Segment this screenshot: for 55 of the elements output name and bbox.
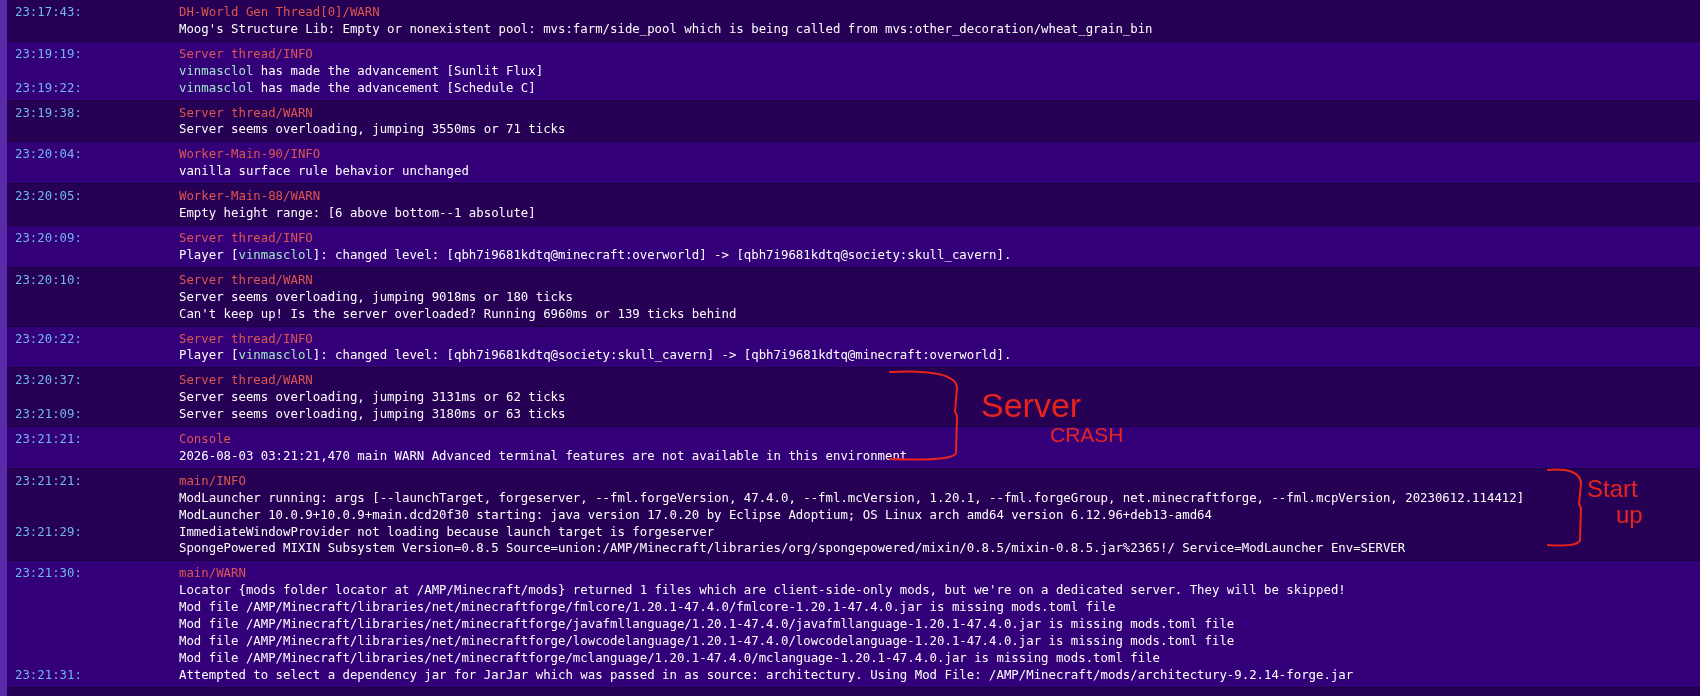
log-message: Server seems overloading, jumping 3131ms or 62 ticks (179, 389, 566, 407)
log-source: Worker-Main-88/WARN (179, 188, 321, 206)
log-message: Server seems overloading, jumping 3180ms or 63 ticks (179, 406, 566, 424)
log-source: Server thread/INFO (179, 45, 313, 63)
timestamp: 23:20:10: (15, 271, 82, 289)
timestamp: 23:21:21: (15, 431, 82, 448)
log-message: Attempted to select a dependency jar for JarJar which was passed in as source: architectury. Using Mod File: /AMP/Minecraft/mods/architectury-9.2.14-forge.jar (179, 666, 1354, 684)
log-message: vinmasclol has made the advancement [Schedule C] (179, 79, 536, 97)
timestamp: 23:21:30: (15, 565, 82, 583)
timestamp: 23:20:37: (15, 372, 82, 390)
log-source: main/WARN (179, 565, 246, 583)
log-message: Locator {mods folder locator at /AMP/Minecraft/mods} returned 1 files which are client-side-only mods, but we're on a dedicated server. They will be skipped! (179, 582, 1346, 600)
timestamp: 23:21:21: (15, 472, 82, 490)
timestamp: 23:19:38: (15, 104, 82, 122)
log-source: Console (179, 431, 232, 448)
log-source: Server thread/WARN (179, 372, 313, 390)
timestamp: 23:20:09: (15, 229, 82, 247)
log-source: Server thread/WARN (179, 104, 313, 122)
log-message: Mod file /AMP/Minecraft/libraries/net/minecraftforge/mclanguage/1.20.1-47.4.0/mclanguage-1.20.1-47.4.0.jar is missing mods.toml file (179, 649, 1160, 667)
log-source: Server thread/INFO (179, 229, 313, 247)
log-source: main/INFO (179, 472, 246, 490)
log-message: ModLauncher running: args [--launchTarget, forgeserver, --fml.forgeVersion, 47.4.0, --fml.mcVersion, 1.20.1, --fml.forgeGroup, net.minecraftforge, --fml.mcpVersion, 20230612.114412] (179, 489, 1525, 507)
handwritten-note: CRASH (1050, 424, 1124, 445)
log-message: Server seems overloading, jumping 3550ms or 71 ticks (179, 121, 566, 139)
timestamp: 23:21:31: (15, 666, 82, 684)
log-message: Mod file /AMP/Minecraft/libraries/net/minecraftforge/lowcodelanguage/1.20.1-47.4.0/lowcodelanguage-1.20.1-47.4.0.jar is missing mods.toml file (179, 633, 1235, 650)
timestamp: 23:17:43: (15, 4, 82, 21)
log-message: vanilla surface rule behavior unchanged (179, 163, 469, 181)
log-source: Server thread/WARN (179, 271, 313, 289)
log-message: Mod file /AMP/Minecraft/libraries/net/minecraftforge/javafmllanguage/1.20.1-47.4.0/javafmllanguage-1.20.1-47.4.0.jar is missing mods.toml file (179, 616, 1235, 633)
log-source: Worker-Main-90/INFO (179, 146, 321, 164)
log-message: SpongePowered MIXIN Subsystem Version=0.8.5 Source=union:/AMP/Minecraft/libraries/org/spongepowered/mixin/0.8.5/mixin-0.8.5.jar%2365!/ Service=ModLauncher Env=SERVER (179, 540, 1406, 558)
log-message: Player [vinmasclol]: changed level: [qbh7i9681kdtq@society:skull_cavern] -> [qbh7i9681kdtq@minecraft:overworld]. (179, 347, 1012, 365)
log-message: 2026-08-03 03:21:21,470 main WARN Advanced terminal features are not available in this environment (179, 447, 908, 465)
log-message: Empty height range: [6 above bottom--1 absolute] (179, 205, 536, 222)
handwritten-note: Server (981, 388, 1082, 422)
log-message: ImmediateWindowProvider not loading because launch target is forgeserver (179, 523, 715, 541)
timestamp: 23:21:29: (15, 523, 82, 541)
log-message: ModLauncher 10.0.9+10.0.9+main.dcd20f30 starting: java version 17.0.20 by Eclipse Adoptium; OS Linux arch amd64 version 6.12.96+deb13-amd64 (179, 506, 1212, 524)
timestamp: 23:20:04: (15, 146, 82, 164)
timestamp: 23:20:22: (15, 330, 82, 348)
log-source: DH-World Gen Thread[0]/WARN (179, 4, 380, 21)
log-message: Mod file /AMP/Minecraft/libraries/net/minecraftforge/fmlcore/1.20.1-47.4.0/fmlcore-1.20.1-47.4.0.jar is missing mods.toml file (179, 599, 1116, 617)
log-message: Moog's Structure Lib: Empty or nonexistent pool: mvs:farm/side_pool which is being called from mvs:other_decoration/wheat_grain_bin (179, 20, 1153, 38)
handwritten-note: up (1616, 503, 1643, 527)
log-message: Can't keep up! Is the server overloaded? Running 6960ms or 139 ticks behind (179, 305, 737, 323)
timestamp: 23:19:22: (15, 79, 82, 97)
log-message: Server seems overloading, jumping 9018ms or 180 ticks (179, 288, 573, 306)
log-message: vinmasclol has made the advancement [Sunlit Flux] (179, 62, 544, 80)
timestamp: 23:20:05: (15, 188, 82, 206)
log-message: Player [vinmasclol]: changed level: [qbh7i9681kdtq@minecraft:overworld] -> [qbh7i9681kdtq@society:skull_cavern]. (179, 246, 1012, 264)
handwritten-note: Start (1587, 477, 1638, 501)
timestamp: 23:21:09: (15, 406, 82, 424)
log-source: Server thread/INFO (179, 330, 313, 348)
timestamp: 23:19:19: (15, 45, 82, 63)
